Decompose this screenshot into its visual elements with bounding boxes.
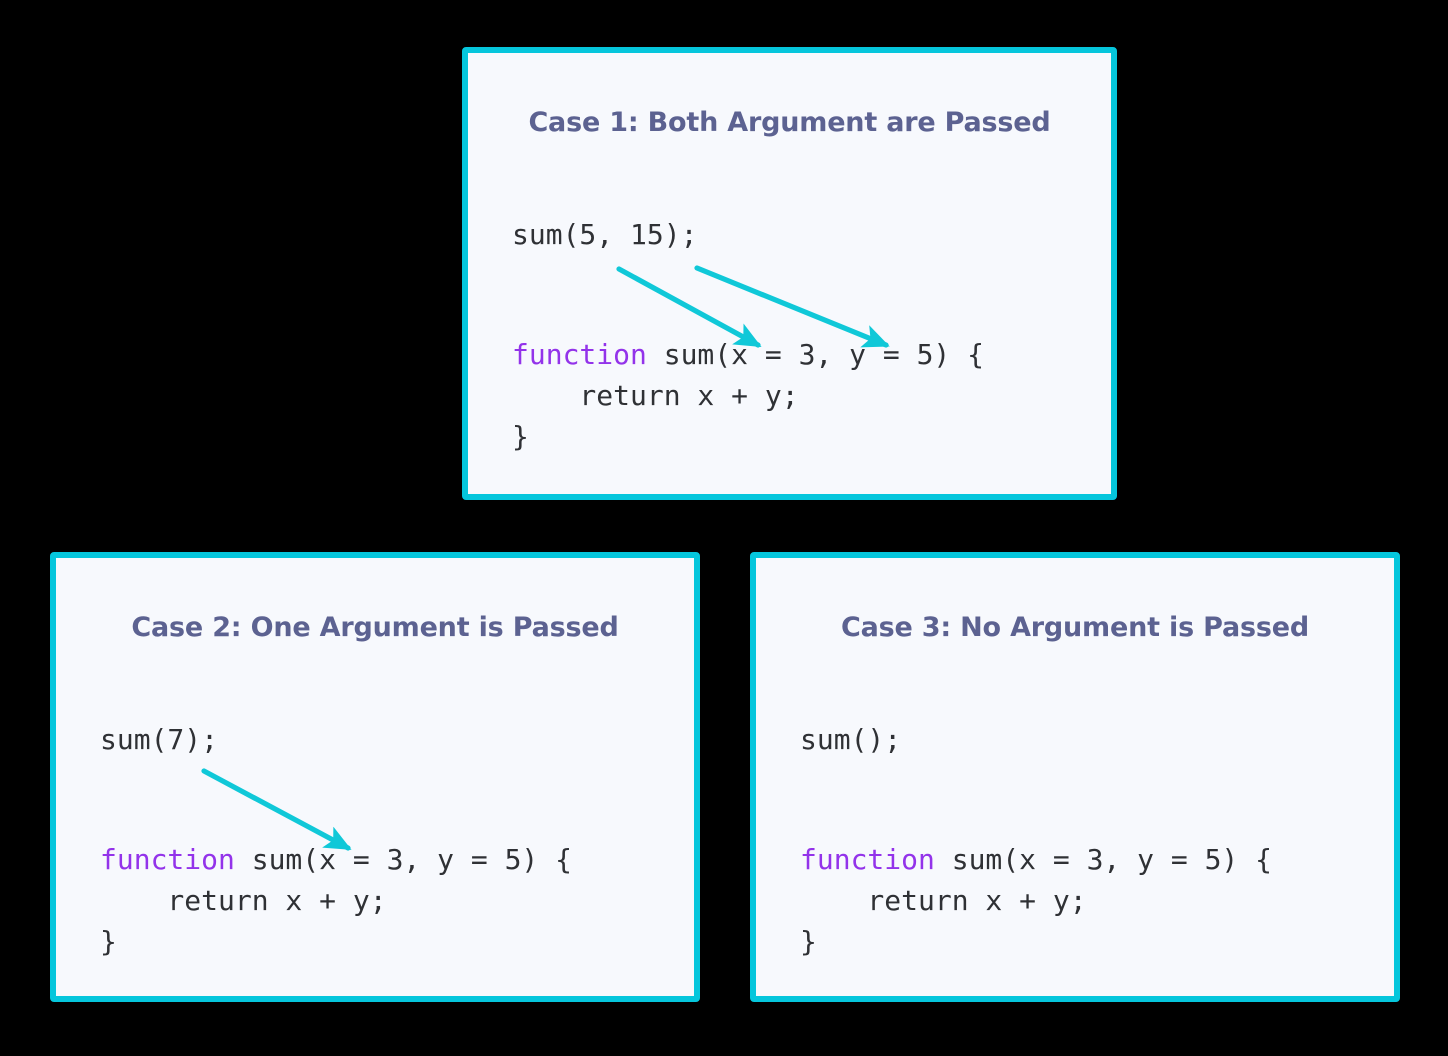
- function-body-line: return x + y;: [800, 884, 1087, 917]
- keyword-function: function: [800, 843, 935, 876]
- case-1-card: Case 1: Both Argument are Passed sum(5, …: [462, 47, 1117, 500]
- function-signature: sum(x = 3, y = 5) {: [934, 843, 1273, 876]
- case-1-title: Case 1: Both Argument are Passed: [528, 107, 1051, 138]
- case-1-call-line: sum(5, 15);: [512, 218, 698, 251]
- case-2-card: Case 2: One Argument is Passed sum(7); f…: [50, 552, 700, 1002]
- arrow-arg1-to-x: [201, 768, 352, 851]
- function-signature: sum(x = 3, y = 5) {: [646, 338, 985, 371]
- case-3-title: Case 3: No Argument is Passed: [840, 612, 1310, 643]
- function-close-brace: }: [100, 925, 117, 958]
- function-close-brace: }: [512, 420, 529, 453]
- case-3-call-line: sum();: [800, 723, 902, 756]
- function-body-line: return x + y;: [100, 884, 387, 917]
- case-2-title: Case 2: One Argument is Passed: [131, 612, 619, 643]
- function-signature: sum(x = 3, y = 5) {: [234, 843, 573, 876]
- case-3-card: Case 3: No Argument is Passed sum(); fun…: [750, 552, 1400, 1002]
- function-close-brace: }: [800, 925, 817, 958]
- case-2-function-code: function sum(x = 3, y = 5) { return x + …: [100, 839, 572, 962]
- case-1-function-code: function sum(x = 3, y = 5) { return x + …: [512, 334, 984, 457]
- keyword-function: function: [100, 843, 235, 876]
- diagram-canvas: Case 1: Both Argument are Passed sum(5, …: [0, 0, 1448, 1056]
- function-body-line: return x + y;: [512, 379, 799, 412]
- case-3-function-code: function sum(x = 3, y = 5) { return x + …: [800, 839, 1272, 962]
- keyword-function: function: [512, 338, 647, 371]
- case-2-call-line: sum(7);: [100, 723, 219, 756]
